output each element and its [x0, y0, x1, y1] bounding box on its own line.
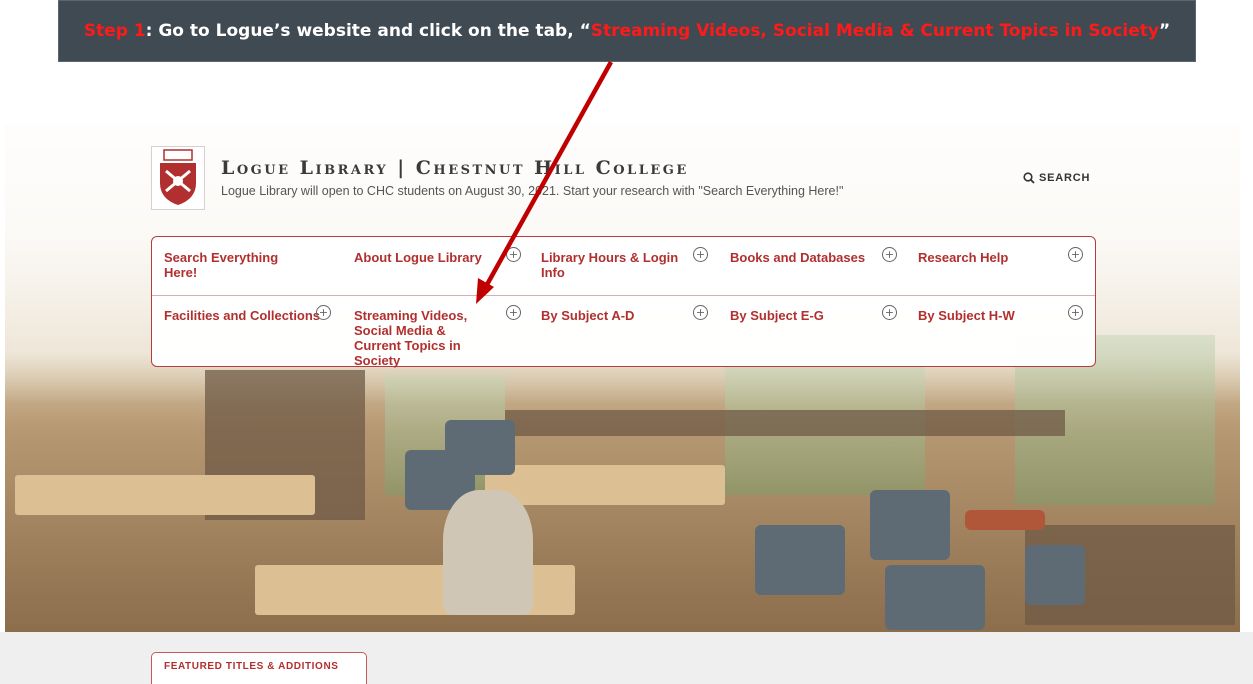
annotation-arrow: [476, 60, 613, 304]
arrow-shaft: [482, 60, 613, 292]
arrow-head: [476, 278, 494, 304]
